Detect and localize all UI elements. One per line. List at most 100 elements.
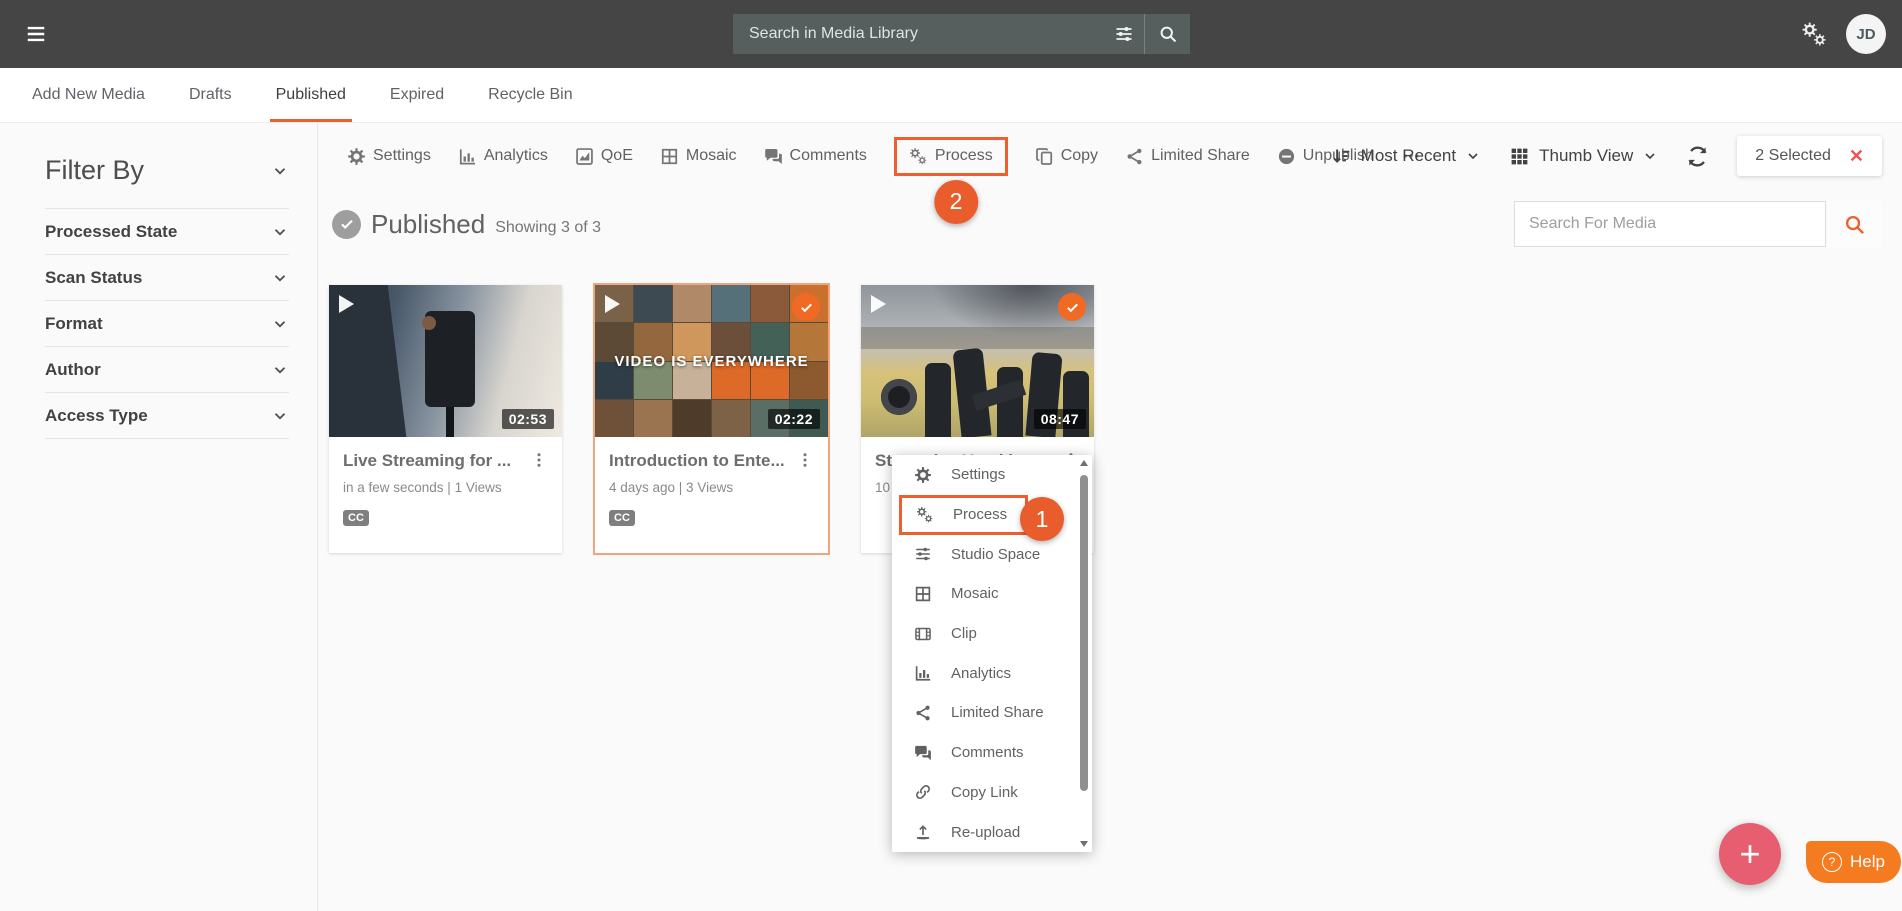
results-count: Showing 3 of 3 — [495, 219, 601, 237]
tab-recycle-bin[interactable]: Recycle Bin — [488, 68, 572, 122]
hamburger-menu-icon[interactable] — [24, 23, 48, 45]
comments-button[interactable]: Comments — [764, 147, 867, 166]
copy-button[interactable]: Copy — [1035, 147, 1098, 166]
media-context-menu: Settings Process Studio Space Mosaic Cli… — [892, 455, 1092, 852]
filter-section-scan-status[interactable]: Scan Status — [45, 255, 289, 301]
menu-item-re-upload[interactable]: Re-upload — [892, 812, 1092, 852]
kebab-menu-button[interactable] — [796, 451, 814, 469]
view-label: Thumb View — [1539, 146, 1633, 166]
settings-label: Settings — [373, 147, 431, 165]
admin-settings-button[interactable] — [1801, 21, 1828, 48]
copy-label: Copy — [1061, 147, 1098, 165]
comments-label: Comments — [790, 147, 867, 165]
filter-by-header[interactable]: Filter By — [45, 155, 289, 209]
tab-expired[interactable]: Expired — [390, 68, 444, 122]
add-media-fab[interactable]: + — [1719, 823, 1781, 885]
global-search-bar — [733, 14, 1190, 54]
menu-item-studio-space[interactable]: Studio Space — [892, 534, 1092, 574]
upload-icon — [914, 823, 932, 841]
cogs-icon — [909, 147, 928, 166]
duration-badge: 08:47 — [1034, 409, 1086, 429]
menu-item-label: Mosaic — [951, 585, 999, 602]
settings-button[interactable]: Settings — [347, 147, 431, 166]
selected-check-badge[interactable] — [792, 293, 820, 321]
comments-icon — [914, 744, 932, 762]
chevron-down-icon — [1642, 148, 1658, 164]
qoe-button[interactable]: QoE — [575, 147, 633, 166]
menu-item-settings[interactable]: Settings — [892, 455, 1092, 495]
tab-drafts[interactable]: Drafts — [189, 68, 232, 122]
filter-section-access-type[interactable]: Access Type — [45, 393, 289, 439]
thumbnail-art — [925, 363, 951, 437]
filter-section-author[interactable]: Author — [45, 347, 289, 393]
tune-icon — [914, 545, 932, 563]
search-filter-button[interactable] — [1104, 14, 1144, 54]
grid-view-icon — [1509, 146, 1530, 167]
duration-badge: 02:53 — [502, 409, 554, 429]
published-status-icon — [332, 210, 361, 239]
comments-icon — [764, 147, 783, 166]
view-dropdown[interactable]: Thumb View — [1509, 146, 1658, 167]
menu-item-limited-share[interactable]: Limited Share — [892, 693, 1092, 733]
sort-label: Most Recent — [1361, 146, 1456, 166]
library-tabs: Add New Media Drafts Published Expired R… — [0, 68, 1902, 123]
page-title: Published — [371, 209, 485, 240]
annotation-step-2-badge: 2 — [934, 180, 978, 224]
mosaic-button[interactable]: Mosaic — [660, 147, 737, 166]
qoe-label: QoE — [601, 147, 633, 165]
menu-item-mosaic[interactable]: Mosaic — [892, 574, 1092, 614]
process-button[interactable]: Process 2 — [894, 137, 1008, 176]
filter-section-label: Scan Status — [45, 268, 142, 288]
filter-section-format[interactable]: Format — [45, 301, 289, 347]
media-search-input[interactable] — [1514, 201, 1826, 247]
menu-item-label: Comments — [951, 744, 1024, 761]
menu-item-analytics[interactable]: Analytics — [892, 653, 1092, 693]
video-thumbnail[interactable]: 08:47 — [861, 285, 1094, 437]
media-search — [1514, 201, 1882, 247]
bar-chart-icon — [458, 147, 477, 166]
link-icon — [914, 783, 932, 801]
sort-icon — [1331, 146, 1352, 167]
cc-badge: CC — [609, 510, 635, 526]
kebab-menu-button[interactable] — [530, 451, 548, 469]
menu-item-clip[interactable]: Clip — [892, 614, 1092, 654]
scroll-down-arrow-icon[interactable] — [1080, 841, 1088, 847]
media-title[interactable]: Live Streaming for ... — [343, 451, 511, 471]
listing-heading-row: Published Showing 3 of 3 — [332, 200, 1882, 248]
filter-section-processed-state[interactable]: Processed State — [45, 209, 289, 255]
filter-section-label: Format — [45, 314, 103, 334]
menu-item-label: Clip — [951, 625, 977, 642]
chevron-down-icon — [271, 269, 289, 287]
check-icon — [799, 300, 814, 315]
filter-by-title: Filter By — [45, 155, 144, 186]
search-submit-button[interactable] — [1144, 14, 1190, 54]
scrollbar-track[interactable] — [1080, 469, 1088, 838]
avatar[interactable]: JD — [1846, 14, 1886, 54]
filter-section-label: Author — [45, 360, 101, 380]
selection-count-label: 2 Selected — [1755, 147, 1831, 165]
limited-share-button[interactable]: Limited Share — [1125, 147, 1250, 166]
scroll-up-arrow-icon[interactable] — [1080, 460, 1088, 466]
media-search-button[interactable] — [1826, 201, 1882, 247]
tab-add-new-media[interactable]: Add New Media — [32, 68, 145, 122]
annotation-step-1-badge: 1 — [1020, 497, 1064, 541]
analytics-button[interactable]: Analytics — [458, 147, 548, 166]
chevron-down-icon — [271, 223, 289, 241]
block-icon — [1277, 147, 1296, 166]
filter-sidebar: Filter By Processed State Scan Status Fo… — [0, 123, 318, 911]
help-button[interactable]: ? Help — [1806, 841, 1901, 883]
video-thumbnail[interactable]: 02:53 — [329, 285, 562, 437]
global-search-input[interactable] — [733, 25, 1104, 43]
card-info: Introduction to Ente... 4 days ago | 3 V… — [595, 437, 828, 553]
scrollbar-thumb[interactable] — [1080, 475, 1088, 791]
menu-item-copy-link[interactable]: Copy Link — [892, 773, 1092, 813]
media-title[interactable]: Introduction to Ente... — [609, 451, 785, 471]
selected-check-badge[interactable] — [1058, 293, 1086, 321]
video-thumbnail[interactable]: VIDEO IS EVERYWHERE 02:22 — [595, 285, 828, 437]
menu-item-comments[interactable]: Comments — [892, 733, 1092, 773]
refresh-button[interactable] — [1686, 145, 1709, 168]
clear-selection-button[interactable]: ✕ — [1849, 147, 1864, 165]
sort-dropdown[interactable]: Most Recent — [1331, 146, 1481, 167]
tab-published[interactable]: Published — [276, 68, 346, 122]
thumbnail-art — [881, 379, 917, 415]
